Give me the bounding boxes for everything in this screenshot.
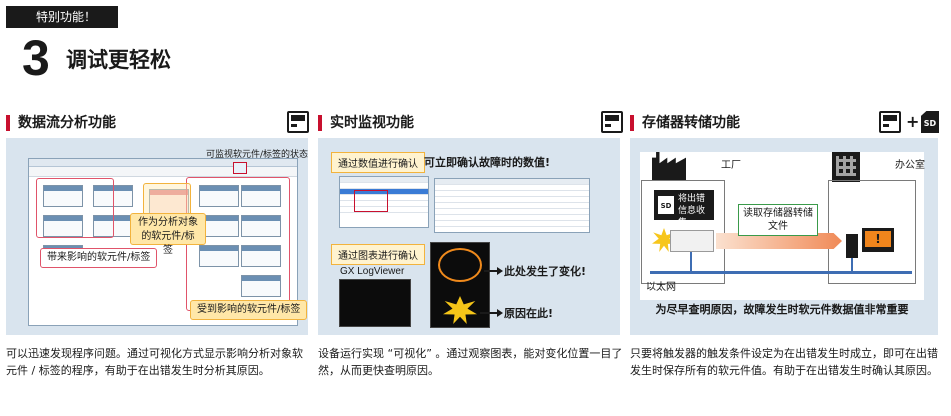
section-head-memdump: 存储器转储功能 [630, 111, 830, 135]
description-realtime: 设备运行实现 “可视化” 。通过观察图表，能对变化位置一目了然，从而更快查明原因… [318, 347, 623, 377]
pc-tower-icon [846, 234, 858, 258]
device-table-zoom [434, 178, 590, 233]
arrow-icon [480, 309, 503, 317]
feature-tag: 特别功能！ [6, 6, 118, 28]
callout-affected: 受到影响的软元件/标签 [190, 300, 308, 320]
highlight-frame [354, 190, 388, 212]
factory-label: 工厂 [721, 160, 741, 171]
window-toolbar [29, 167, 297, 177]
window-titlebar [29, 159, 297, 167]
section-title: 存储器转储功能 [642, 115, 740, 131]
memdump-footer: 为尽早查明原因，故障发生时软元件数据值非常重要 [655, 303, 909, 316]
callout-affecting: 带来影响的软元件/标签 [40, 248, 158, 268]
monitor-icon [233, 162, 247, 174]
section-head-dataflow: 数据流分析功能 [6, 111, 306, 135]
plc-icon [287, 111, 309, 133]
chart-tag: 通过图表进行确认 [331, 244, 425, 265]
numeric-caption: 可立即确认故障时的数值! [424, 156, 551, 169]
ethernet-drop [690, 252, 692, 272]
section-title: 实时监视功能 [330, 115, 414, 131]
accent-bar [630, 115, 634, 131]
office-icon [832, 152, 860, 182]
changed-label: 此处发生了变化! [504, 265, 587, 278]
section-title: 数据流分析功能 [18, 115, 116, 131]
plc-unit [670, 230, 714, 252]
change-circle [438, 248, 482, 282]
ethernet-drop [851, 258, 853, 272]
sd-card-icon: SD [921, 111, 939, 133]
numeric-tag: 通过数值进行确认 [331, 152, 425, 173]
sd-collect-label: 将出错信息收集 [654, 190, 714, 228]
description-memdump: 只要将触发器的触发条件设定为在出错发生时成立，即可在出错发生时保存所有的软元件值… [630, 347, 938, 377]
section-number: 3 [22, 30, 50, 86]
plc-icon [601, 111, 623, 133]
affecting-frame [36, 178, 114, 238]
accent-bar [318, 115, 322, 131]
warning-mark: ! [865, 231, 891, 247]
read-dump-label: 读取存储器转储文件 [738, 204, 818, 236]
description-dataflow: 可以迅速发现程序问题。通过可视化方式显示影响分析对象软元件 / 标签的程序，有助… [6, 347, 303, 377]
section-head-realtime: 实时监视功能 [318, 111, 618, 135]
page-title: 调试更轻松 [66, 48, 171, 72]
monitor-icon: ! [862, 228, 894, 252]
office-label: 办公室 [895, 160, 925, 171]
callout-target: 作为分析对象的软元件/标签 [130, 213, 206, 256]
app-name: GX LogViewer [340, 266, 405, 277]
plus-sign: + [906, 112, 920, 131]
ethernet-label: 以太网 [646, 282, 676, 293]
arrow-icon [484, 267, 503, 275]
accent-bar [6, 115, 10, 131]
plc-icon [879, 111, 901, 133]
cause-label: 原因在此! [504, 307, 554, 320]
logviewer-thumbnail [339, 279, 411, 327]
